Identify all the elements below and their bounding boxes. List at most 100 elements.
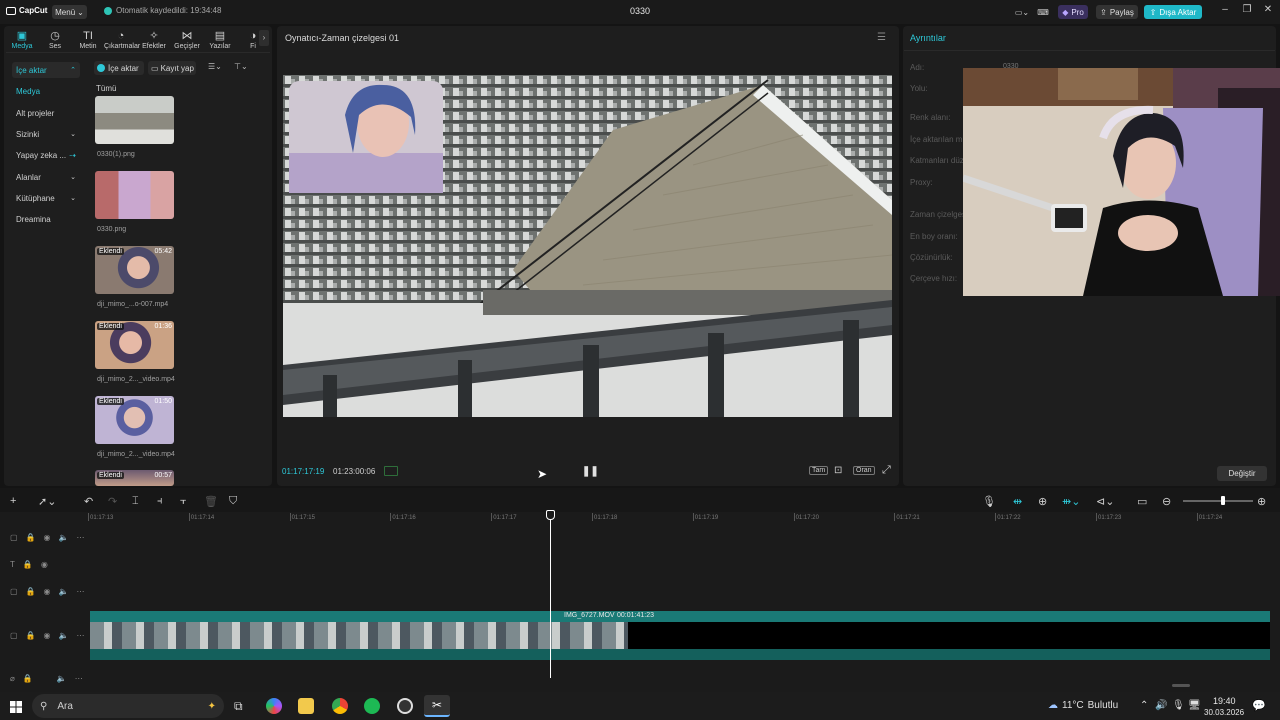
media-item[interactable]: Eklendi 05:42 (95, 246, 174, 294)
fullscreen-icon[interactable]: ⤢ (882, 464, 891, 477)
capcut-logo: CapCut (6, 6, 47, 15)
notification-icon[interactable]: 💬 (1252, 699, 1266, 712)
file-explorer-icon[interactable] (298, 698, 314, 714)
link-clips-icon[interactable]: ⇹ (1013, 495, 1022, 508)
audio-split-icon[interactable]: ⊲⌄ (1096, 495, 1114, 508)
redo-icon[interactable]: ↷ (108, 495, 117, 508)
volume-icon[interactable]: 🔊 (1155, 700, 1167, 711)
record-button[interactable]: ▭ Kayıt yap (148, 61, 196, 75)
split-icon[interactable]: ⌶ (132, 495, 139, 508)
network-icon[interactable]: 🖥 (1188, 700, 1201, 711)
media-item[interactable]: Eklendi 01:36 (95, 321, 174, 369)
track-controls-2[interactable]: T 🔒 ◉ (10, 560, 48, 569)
task-view-icon[interactable]: ⧉ (234, 699, 243, 714)
tools-scroll-right[interactable]: › (259, 30, 269, 46)
clock-date[interactable]: 30.03.2026 (1204, 708, 1244, 717)
sidebar-item-label: Medya (16, 86, 41, 96)
total-time: 01:23:00:06 (333, 467, 376, 476)
snapshot-icon[interactable]: ⊡ (834, 465, 842, 476)
tool-media[interactable]: ▣ Medya (5, 30, 39, 50)
sidebar-item-2[interactable]: Alt projeler (12, 105, 80, 121)
tool-transitions[interactable]: ⋈ Geçişler (170, 30, 204, 50)
windows-start-icon[interactable] (10, 701, 22, 713)
maximize-icon[interactable]: ❐ (1239, 4, 1255, 15)
export-label: Dışa Aktar (1159, 7, 1197, 17)
ruler-tick (1096, 513, 1097, 521)
caption-icon[interactable]: ▭ (1137, 495, 1147, 508)
full-quality-button[interactable]: Tam (809, 466, 829, 475)
pause-button[interactable]: ❚❚ (582, 466, 599, 477)
tool-captions[interactable]: ▤ Yazılar (203, 30, 237, 50)
taskbar-search[interactable]: ⚲ Ara ✦ (32, 694, 224, 718)
aspect-ratio-button[interactable]: Oran (853, 466, 875, 475)
add-track-icon[interactable]: + (10, 495, 16, 507)
split-right-icon[interactable]: ⫟ (180, 495, 187, 508)
tray-chevron-icon[interactable]: ⌃ (1140, 700, 1148, 711)
media-item[interactable]: Eklendi 01:50 (95, 396, 174, 444)
chrome-icon[interactable] (332, 698, 348, 714)
tool-effects[interactable]: ✧ Efektler (137, 30, 171, 50)
video-preview[interactable] (283, 75, 892, 417)
zoom-in-icon[interactable]: ⊕ (1257, 495, 1266, 508)
zoom-slider-handle[interactable] (1221, 496, 1225, 505)
share-button[interactable]: ⇪ Paylaş (1096, 5, 1138, 19)
playhead[interactable] (550, 512, 551, 678)
select-tool-icon[interactable]: ➚⌄ (38, 495, 56, 508)
weather-widget[interactable]: ☁ 11°C Bulutlu (1048, 700, 1118, 711)
ruler-tick (88, 513, 89, 521)
delete-icon[interactable]: 🗑 (204, 495, 218, 508)
tool-audio[interactable]: ◷ Ses (38, 30, 72, 50)
pro-button[interactable]: ◆ Pro (1058, 5, 1088, 19)
export-button[interactable]: ⇧ Dışa Aktar (1144, 5, 1202, 19)
import-button[interactable]: İçe aktar (94, 61, 144, 75)
mic-tray-icon[interactable]: 🎙 (1172, 700, 1185, 711)
sidebar-item-7[interactable]: Dreamina (12, 211, 80, 227)
sidebar-item-0[interactable]: İçe aktar ⌃ (12, 62, 80, 78)
player-menu-icon[interactable]: ☰ (877, 32, 886, 43)
main-video-clip[interactable]: IMG_6727.MOV 00:01:41:23 (90, 611, 1270, 660)
track-controls-audio[interactable]: ⌀ 🔒 🔈 ⋯ (10, 674, 83, 683)
timeline-scrollbar[interactable] (1172, 684, 1190, 687)
sort-icon[interactable]: ☰⌄ (208, 62, 222, 71)
sidebar-item-1[interactable]: Medya (12, 83, 80, 99)
sidebar-item-6[interactable]: Kütüphane ⌄ (12, 190, 80, 206)
detail-field-label: Yolu: (910, 84, 928, 93)
magnet-icon[interactable]: ⊕ (1038, 495, 1047, 508)
minimize-icon[interactable]: – (1217, 4, 1233, 15)
media-item[interactable]: Eklendi 00:57 (95, 470, 174, 486)
menu-button[interactable]: Menü ⌄ (52, 5, 87, 19)
close-icon[interactable]: ✕ (1260, 4, 1276, 15)
obs-icon[interactable] (397, 698, 413, 714)
copilot-icon[interactable] (266, 698, 282, 714)
sidebar-item-5[interactable]: Alanlar ⌄ (12, 169, 80, 185)
media-item[interactable] (95, 96, 174, 144)
added-badge: Eklendi (97, 398, 124, 405)
filter-type-icon[interactable]: ⊤⌄ (234, 62, 248, 71)
preview-axis-icon[interactable]: ⇻⌄ (1062, 495, 1080, 508)
track-controls-3[interactable]: ▢ 🔒 ◉ 🔈 ⋯ (10, 587, 84, 596)
split-left-icon[interactable]: ⫞ (157, 495, 163, 508)
media-item[interactable] (95, 171, 174, 219)
clock-time[interactable]: 19:40 (1213, 696, 1236, 706)
change-button[interactable]: Değiştir (1217, 466, 1267, 481)
playhead-handle[interactable] (546, 510, 555, 520)
capcut-taskbar-icon[interactable]: ✂ (424, 695, 450, 717)
chevron-icon: ⌄ (70, 195, 76, 202)
keyboard-icon[interactable]: ⌨ (1036, 5, 1050, 19)
spotify-icon[interactable] (364, 698, 380, 714)
microphone-icon[interactable]: 🎙 (982, 495, 996, 508)
media-duration: 01:36 (154, 323, 172, 330)
layout-icon[interactable]: ▭⌄ (1011, 5, 1033, 19)
track-controls-1[interactable]: ▢ 🔒 ◉ 🔈 ⋯ (10, 533, 84, 542)
track-controls-main[interactable]: ▢ 🔒 ◉ 🔈 ⋯ (10, 631, 84, 640)
sidebar-item-3[interactable]: Sizinki ⌄ (12, 126, 80, 142)
captions-icon: ▤ (214, 30, 226, 42)
zoom-slider[interactable] (1183, 500, 1253, 502)
tool-text[interactable]: TI Metin (71, 30, 105, 50)
zoom-out-icon[interactable]: ⊖ (1162, 495, 1171, 508)
sidebar-item-4[interactable]: Yapay zeka ... ⇢ (12, 147, 80, 163)
tool-sticker[interactable]: ◔ Çıkartmalar (104, 30, 140, 50)
undo-icon[interactable]: ↶ (84, 495, 93, 508)
all-filter-label[interactable]: Tümü (96, 84, 116, 93)
shield-icon[interactable]: ⛉ (229, 495, 237, 508)
